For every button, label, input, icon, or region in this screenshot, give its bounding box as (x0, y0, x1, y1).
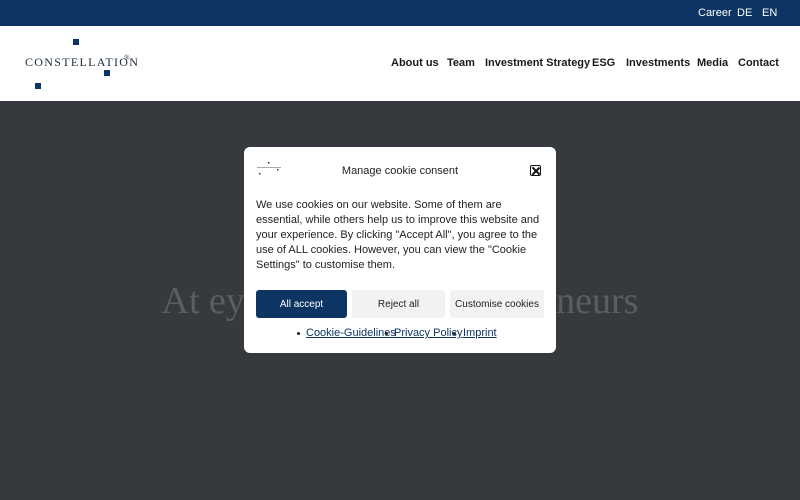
language-en-link[interactable]: EN (762, 7, 777, 20)
nav-team[interactable]: Team (447, 57, 475, 70)
career-link[interactable]: Career (698, 7, 732, 20)
language-de-link[interactable]: DE (737, 7, 752, 20)
imprint-link[interactable]: Imprint (463, 327, 497, 340)
list-bullet (385, 332, 388, 335)
nav-esg[interactable]: ESG (592, 57, 615, 70)
cookie-guidelines-link[interactable]: Cookie-Guidelines (306, 327, 396, 340)
registered-mark: ® (124, 54, 130, 62)
dialog-links: Cookie-Guidelines Privacy Policy Imprint (244, 327, 556, 341)
cookie-consent-dialog: Manage cookie consent We use cookies on … (244, 147, 556, 353)
nav-contact[interactable]: Contact (738, 57, 779, 70)
nav-media[interactable]: Media (697, 57, 728, 70)
logo-square (104, 70, 110, 76)
list-bullet (453, 332, 456, 335)
nav-investments[interactable]: Investments (626, 57, 690, 70)
top-utility-bar: Career DE EN (0, 0, 800, 26)
list-bullet (297, 332, 300, 335)
accept-all-button[interactable]: All accept (256, 290, 347, 318)
customise-cookies-button[interactable]: Customise cookies (450, 290, 544, 318)
logo-square (73, 39, 79, 45)
reject-all-button[interactable]: Reject all (352, 290, 445, 318)
brand-name: CONSTELLATION (25, 55, 140, 69)
nav-about-us[interactable]: About us (391, 57, 439, 70)
nav-investment-strategy[interactable]: Investment Strategy (485, 57, 590, 70)
logo-square (35, 83, 41, 89)
dialog-message: We use cookies on our website. Some of t… (256, 199, 540, 271)
close-icon[interactable] (530, 165, 541, 176)
site-header: CONSTELLATION ® About us Team Investment… (0, 26, 800, 101)
dialog-title: Manage cookie consent (341, 165, 459, 177)
